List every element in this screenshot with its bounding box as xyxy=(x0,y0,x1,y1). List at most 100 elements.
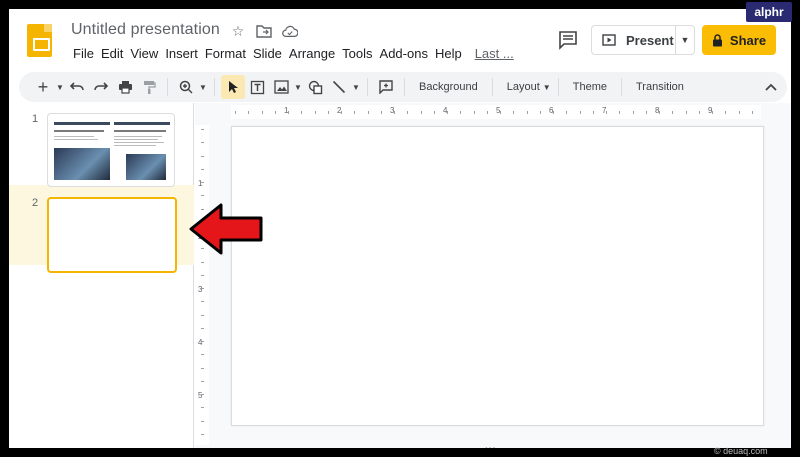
menu-tools[interactable]: Tools xyxy=(339,45,376,63)
ruler-tick xyxy=(201,142,204,144)
share-button[interactable]: Share xyxy=(702,25,776,55)
ruler-tick xyxy=(354,111,356,114)
slide-number: 1 xyxy=(32,113,39,125)
speaker-notes-resize-handle[interactable]: ••• xyxy=(485,444,496,448)
slide-thumbnail-1[interactable] xyxy=(47,113,175,187)
menu-slide[interactable]: Slide xyxy=(250,45,286,63)
ruler-tick xyxy=(553,111,554,114)
ruler-tick xyxy=(201,394,204,395)
present-options-chevron-down-icon[interactable]: ▼ xyxy=(676,26,694,54)
ruler-tick xyxy=(672,111,674,114)
ruler-tick xyxy=(201,261,204,263)
ruler-tick xyxy=(301,111,303,114)
ruler-tick xyxy=(341,111,342,114)
line-icon[interactable] xyxy=(327,75,351,99)
ruler-tick xyxy=(274,111,276,114)
thumb-text-line xyxy=(114,145,156,146)
textbox-icon[interactable] xyxy=(245,75,269,99)
ruler-tick xyxy=(606,111,607,114)
ruler-label: 3 xyxy=(198,285,203,294)
toolbar: + ▼ ▼ ▼ ▼ Background Layout ▼ Theme Tran… xyxy=(19,72,787,102)
ruler-tick xyxy=(632,111,634,114)
menu-file[interactable]: File xyxy=(70,45,98,63)
vertical-ruler[interactable]: 1 2 3 4 5 xyxy=(195,125,209,445)
layout-dropdown-icon[interactable]: ▼ xyxy=(542,75,552,99)
slides-logo-icon[interactable] xyxy=(27,24,52,57)
ruler-tick xyxy=(394,111,395,114)
menu-format[interactable]: Format xyxy=(202,45,250,63)
image-icon[interactable] xyxy=(269,75,293,99)
add-dropdown-icon[interactable]: ▼ xyxy=(55,75,65,99)
redo-icon[interactable] xyxy=(89,75,113,99)
lock-icon xyxy=(712,33,722,46)
ruler-tick xyxy=(725,111,727,114)
image-dropdown-icon[interactable]: ▼ xyxy=(293,75,303,99)
menu-bar: File Edit View Insert Format Slide Arran… xyxy=(70,45,518,63)
line-dropdown-icon[interactable]: ▼ xyxy=(351,75,361,99)
ruler-label: 1 xyxy=(198,179,203,188)
ruler-tick xyxy=(407,111,409,114)
ruler-label: 5 xyxy=(198,391,203,400)
thumb-image xyxy=(126,154,166,180)
cloud-status-icon[interactable] xyxy=(282,23,298,39)
ruler-tick xyxy=(261,111,263,114)
ruler-tick xyxy=(201,274,204,276)
slide-canvas[interactable] xyxy=(231,126,764,426)
shape-icon[interactable] xyxy=(303,75,327,99)
move-folder-icon[interactable] xyxy=(256,23,272,39)
ruler-tick xyxy=(201,129,204,130)
ruler-label: 4 xyxy=(198,338,203,347)
ruler-tick xyxy=(367,111,369,114)
toolbar-divider xyxy=(557,78,559,96)
ruler-tick xyxy=(235,111,236,114)
menu-edit[interactable]: Edit xyxy=(98,45,127,63)
ruler-tick xyxy=(201,314,204,316)
paint-format-icon[interactable] xyxy=(137,75,161,99)
collapse-toolbar-chevron-up-icon[interactable] xyxy=(759,75,783,99)
present-button[interactable]: Present xyxy=(592,26,676,54)
thumb-text-line xyxy=(54,139,98,140)
menu-add-ons[interactable]: Add-ons xyxy=(377,45,432,63)
slide-thumbnail-2[interactable] xyxy=(47,197,177,273)
select-icon[interactable] xyxy=(221,75,245,99)
ruler-tick xyxy=(248,111,250,114)
ruler-tick xyxy=(619,111,621,114)
share-label: Share xyxy=(729,32,767,48)
star-icon[interactable]: ☆ xyxy=(230,23,246,39)
ruler-tick xyxy=(201,341,204,342)
theme-button[interactable]: Theme xyxy=(565,75,615,99)
ruler-tick xyxy=(447,111,448,114)
document-title[interactable]: Untitled presentation xyxy=(71,21,220,39)
thumb-header-bar xyxy=(54,122,110,125)
menu-help[interactable]: Help xyxy=(432,45,466,63)
print-icon[interactable] xyxy=(113,75,137,99)
ruler-tick xyxy=(473,111,475,114)
thumb-text-line xyxy=(54,136,94,137)
menu-view[interactable]: View xyxy=(127,45,162,63)
layout-button[interactable]: Layout xyxy=(499,75,542,99)
comment-history-button[interactable] xyxy=(557,29,579,51)
transition-button[interactable]: Transition xyxy=(628,75,692,99)
add-icon[interactable]: + xyxy=(31,75,55,99)
thumb-text-line xyxy=(114,130,166,132)
layout-label: Layout xyxy=(506,81,540,93)
comment-icon xyxy=(559,31,577,50)
ruler-tick xyxy=(659,111,660,114)
menu-arrange[interactable]: Arrange xyxy=(286,45,339,63)
ruler-tick xyxy=(201,380,204,382)
background-button[interactable]: Background xyxy=(411,75,486,99)
ruler-tick xyxy=(201,420,204,422)
zoom-dropdown-icon[interactable]: ▼ xyxy=(198,75,208,99)
undo-icon[interactable] xyxy=(65,75,89,99)
thumb-text-line xyxy=(114,136,162,137)
header: Untitled presentation ☆ File Edit View I… xyxy=(9,9,791,73)
ruler-tick xyxy=(201,155,204,157)
ruler-tick xyxy=(539,111,541,114)
menu-insert[interactable]: Insert xyxy=(162,45,202,63)
new-comment-icon[interactable] xyxy=(374,75,398,99)
ruler-tick xyxy=(201,327,204,329)
watermark-logo: alphr xyxy=(746,2,792,22)
last-edit-link[interactable]: Last ... xyxy=(472,45,518,63)
zoom-icon[interactable] xyxy=(174,75,198,99)
horizontal-ruler[interactable]: 1 2 3 4 5 6 7 8 9 xyxy=(231,105,761,119)
